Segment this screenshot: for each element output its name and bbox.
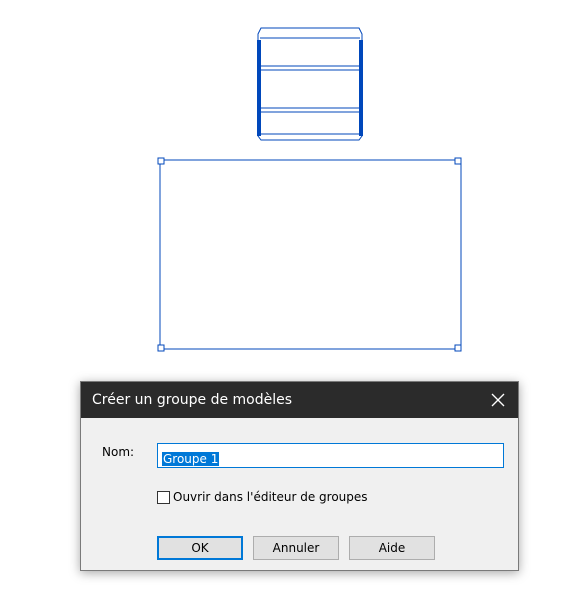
open-in-group-editor-checkbox[interactable]: [157, 490, 170, 504]
close-icon: [491, 393, 505, 407]
open-in-group-editor-option[interactable]: Ouvrir dans l'éditeur de groupes: [157, 490, 368, 504]
table-element[interactable]: [157, 157, 462, 352]
open-in-group-editor-label[interactable]: Ouvrir dans l'éditeur de groupes: [173, 490, 368, 504]
name-label: Nom:: [102, 445, 135, 459]
create-model-group-dialog: Créer un groupe de modèles Nom: Groupe 1…: [80, 381, 519, 571]
name-input-value: Groupe 1: [162, 452, 220, 466]
dialog-title: Créer un groupe de modèles: [92, 392, 293, 408]
close-button[interactable]: [478, 382, 518, 418]
chair-element[interactable]: [257, 27, 363, 141]
help-button[interactable]: Aide: [349, 536, 435, 560]
cancel-button[interactable]: Annuler: [253, 536, 339, 560]
name-input[interactable]: Groupe 1: [157, 443, 504, 468]
ok-button[interactable]: OK: [157, 536, 243, 560]
dialog-titlebar[interactable]: Créer un groupe de modèles: [81, 382, 518, 418]
